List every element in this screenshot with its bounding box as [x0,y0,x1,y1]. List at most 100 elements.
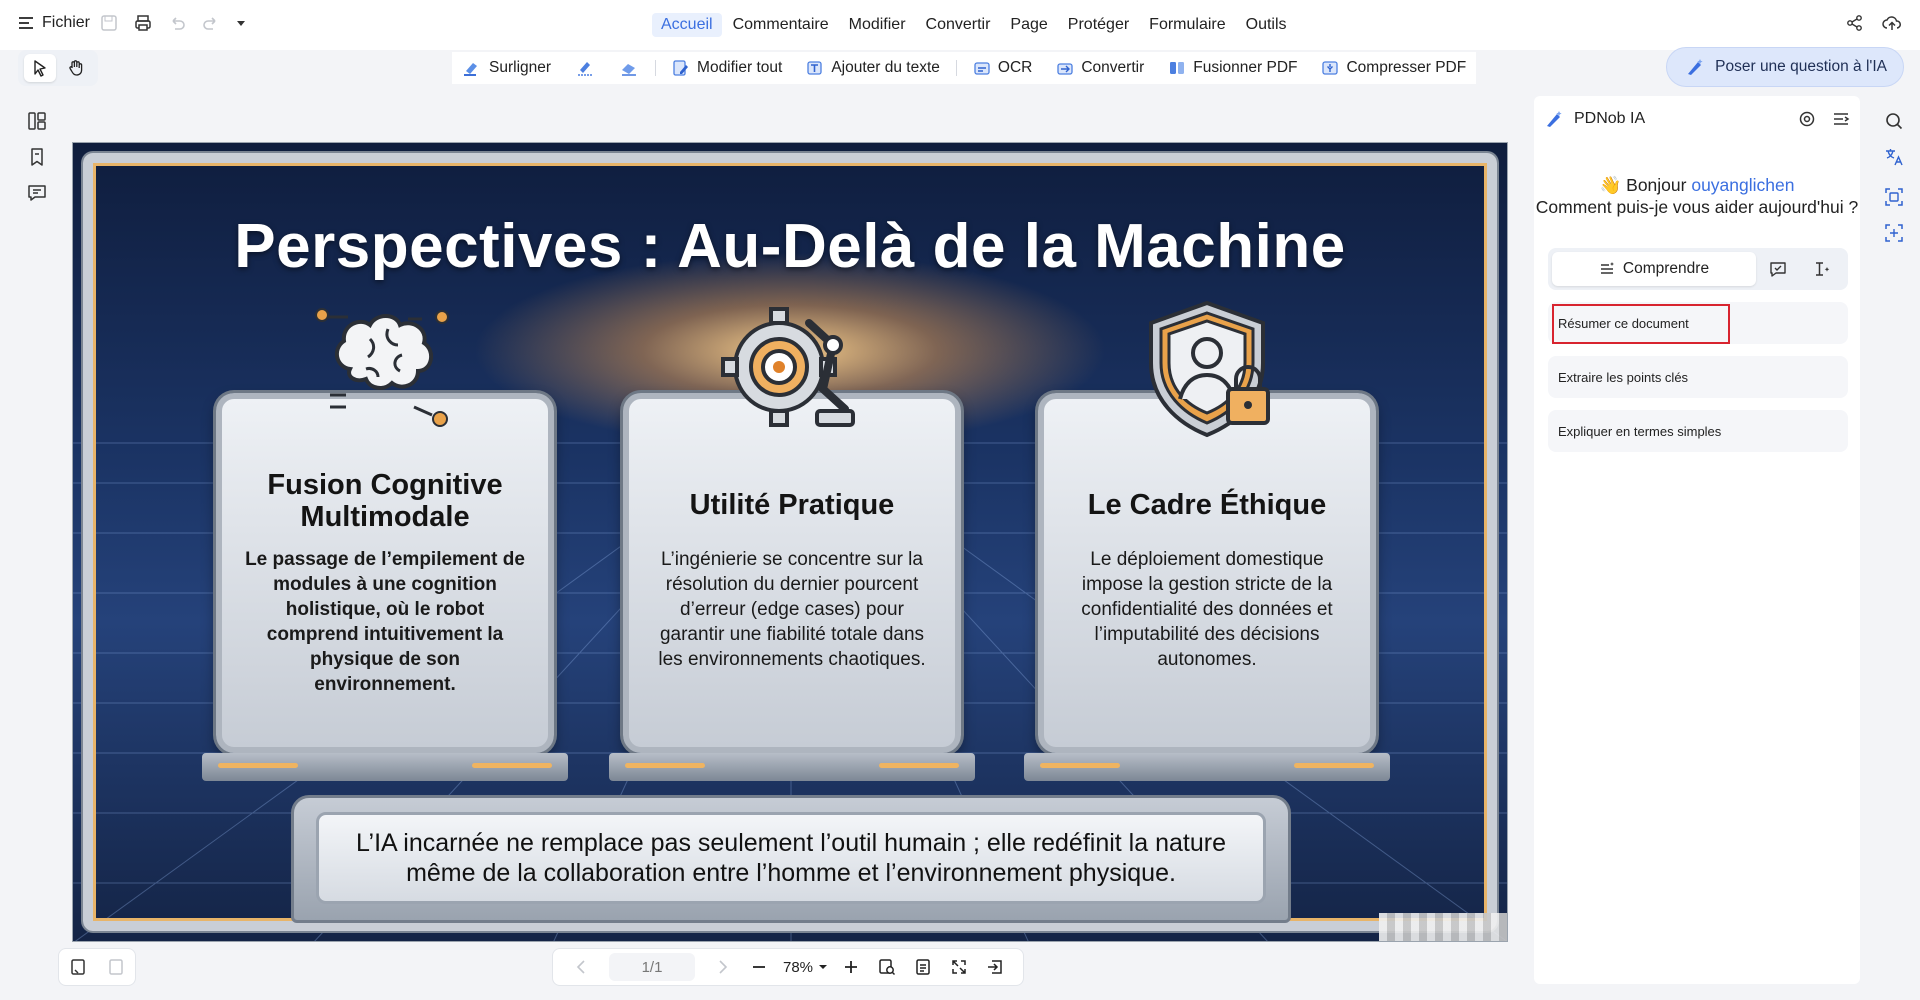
add-text-icon [807,61,822,75]
merge-pdf-button[interactable]: Fusionner PDF [1158,55,1307,81]
share-icon[interactable] [1846,14,1864,32]
redo-icon[interactable] [202,14,220,32]
prev-page-button[interactable] [563,959,599,975]
chevron-down-icon[interactable] [236,14,246,32]
toolbar-divider [655,60,657,76]
file-menu[interactable]: Fichier [18,14,90,32]
fullscreen-button[interactable] [941,958,977,976]
ocr-button[interactable]: OCR [963,55,1042,81]
chevron-right-icon [719,960,728,974]
zoom-value: 78% [783,958,814,976]
select-tool-button[interactable] [24,54,56,82]
card-title: Utilité Pratique [689,489,895,521]
compress-pdf-button[interactable]: Compresser PDF [1311,55,1476,81]
add-text-button[interactable]: Ajouter du texte [796,55,950,81]
hand-tool-button[interactable] [60,54,92,82]
fit-page-icon [879,959,896,976]
chevron-down-icon [819,965,828,969]
chat-icon [1770,262,1786,277]
suggestion-summarize[interactable]: Résumer ce document [1548,302,1848,344]
text-sparkle-icon [1816,262,1830,276]
thumbnails-icon[interactable] [26,110,48,132]
card-text: Le passage de l’empilement de modules à … [245,549,525,695]
merge-icon [1170,62,1185,74]
exit-view-button[interactable] [977,958,1013,976]
file-menu-label: Fichier [42,14,91,31]
next-page-button[interactable] [705,959,741,975]
tab-modifier[interactable]: Modifier [840,13,915,37]
menu-tabs: Accueil Commentaire Modifier Convertir P… [652,13,1296,37]
highlighter-icon [464,63,477,76]
slide-title: Perspectives : Au-Delà de la Machine [234,212,1346,281]
suggestion-key-points[interactable]: Extraire les points clés [1548,356,1848,398]
card-title: Le Cadre Éthique [1087,489,1327,521]
expand-icon [952,960,966,974]
ocr-scan-icon[interactable] [1883,186,1905,208]
page-navigation-bar: 1/1 78% [552,948,1024,986]
toolbar-divider [955,60,957,76]
single-page-icon[interactable] [69,958,87,976]
chevron-left-icon [576,960,585,974]
settings-icon[interactable] [1798,110,1816,128]
tab-convertir[interactable]: Convertir [917,13,1000,37]
tab-outils[interactable]: Outils [1237,13,1296,37]
zoom-in-button[interactable] [833,959,869,975]
menu-bar: Fichier Accueil Commentaire Modifier Con… [0,0,1920,50]
underline-tool-button[interactable] [565,55,605,81]
card-text: Le déploiement domestique impose la gest… [1081,549,1333,670]
search-icon[interactable] [1883,110,1905,132]
ask-ai-label: Poser une question à l'IA [1715,58,1887,75]
tab-proteger[interactable]: Protéger [1059,13,1138,37]
user-name: ouyanglichen [1691,175,1795,195]
merge-pdf-label: Fusionner PDF [1193,59,1298,76]
eraser-tool-button[interactable] [609,55,649,81]
card-text: L’ingénierie se concentre sur la résolut… [658,549,926,670]
save-icon[interactable] [100,14,118,32]
comment-icon[interactable] [26,182,48,204]
ocr-label: OCR [997,59,1033,76]
page-number-input[interactable]: 1/1 [609,953,695,981]
bookmark-icon[interactable] [26,146,48,168]
edit-all-button[interactable]: Modifier tout [662,55,792,81]
fit-page-button[interactable] [869,958,905,976]
print-icon[interactable] [134,14,152,32]
tab-chat[interactable] [1756,252,1800,286]
convert-button[interactable]: Convertir [1046,55,1154,81]
top-right-actions [1846,14,1902,32]
cloud-upload-icon[interactable] [1882,14,1902,32]
zoom-out-button[interactable] [741,959,777,975]
double-page-icon[interactable] [107,958,125,976]
tab-accueil[interactable]: Accueil [652,13,722,37]
tab-page[interactable]: Page [1001,13,1056,37]
screenshot-icon[interactable] [1883,222,1905,244]
undo-icon[interactable] [168,14,186,32]
add-text-label: Ajouter du texte [831,59,940,76]
card-pedestal [202,753,568,781]
translate-icon[interactable] [1883,146,1905,168]
ask-ai-button[interactable]: Poser une question à l'IA [1666,47,1904,87]
tab-comprendre[interactable]: Comprendre [1552,252,1756,286]
collapse-panel-icon[interactable] [1832,110,1850,128]
ai-logo-icon [1547,111,1562,127]
cursor-icon [34,60,46,77]
card-title: Fusion Cognitive Multimodale [267,469,503,533]
ribbon-toolbar: Surligner Modifier tout Ajouter du texte… [452,52,1477,84]
tab-commentaire[interactable]: Commentaire [724,13,838,37]
tab-formulaire[interactable]: Formulaire [1140,13,1234,37]
card-pedestal [609,753,975,781]
compress-pdf-label: Compresser PDF [1346,59,1467,76]
hand-icon [69,60,83,76]
highlight-button[interactable]: Surligner [452,55,561,81]
ai-assistant-panel: PDNob IA 👋 Bonjour ouyanglichen Comment … [1534,96,1860,984]
convert-icon [1057,63,1074,75]
ai-panel-title: PDNob IA [1574,110,1646,127]
suggestion-simple-explain[interactable]: Expliquer en termes simples [1548,410,1848,452]
zoom-select[interactable]: 78% [783,958,828,976]
fit-width-button[interactable] [905,958,941,976]
banner-text: L’IA incarnée ne remplace pas seulement … [356,829,1226,887]
quick-access [100,14,246,32]
list-sparkle-icon [1600,262,1614,274]
underline-pen-icon [578,62,593,76]
pdf-page[interactable]: Perspectives : Au-Delà de la Machine Fus… [72,142,1508,942]
tab-writing[interactable] [1800,252,1844,286]
